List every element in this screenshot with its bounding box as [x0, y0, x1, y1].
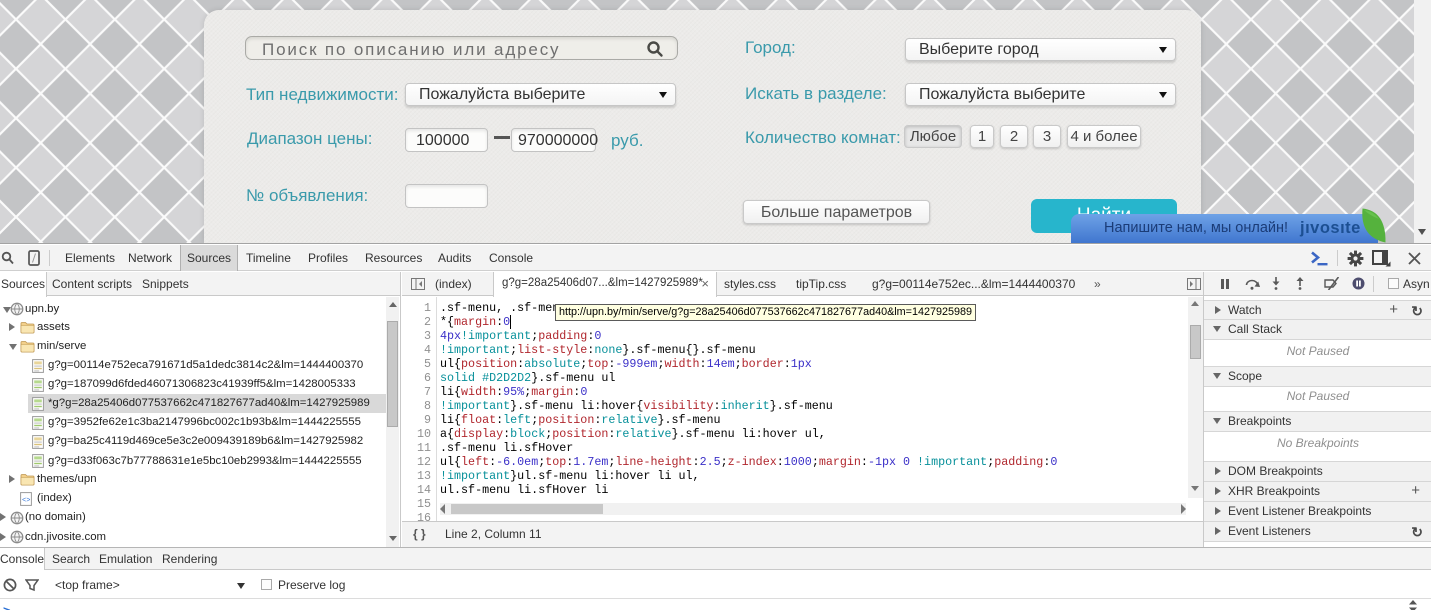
svg-text:<>: <>	[22, 497, 30, 505]
